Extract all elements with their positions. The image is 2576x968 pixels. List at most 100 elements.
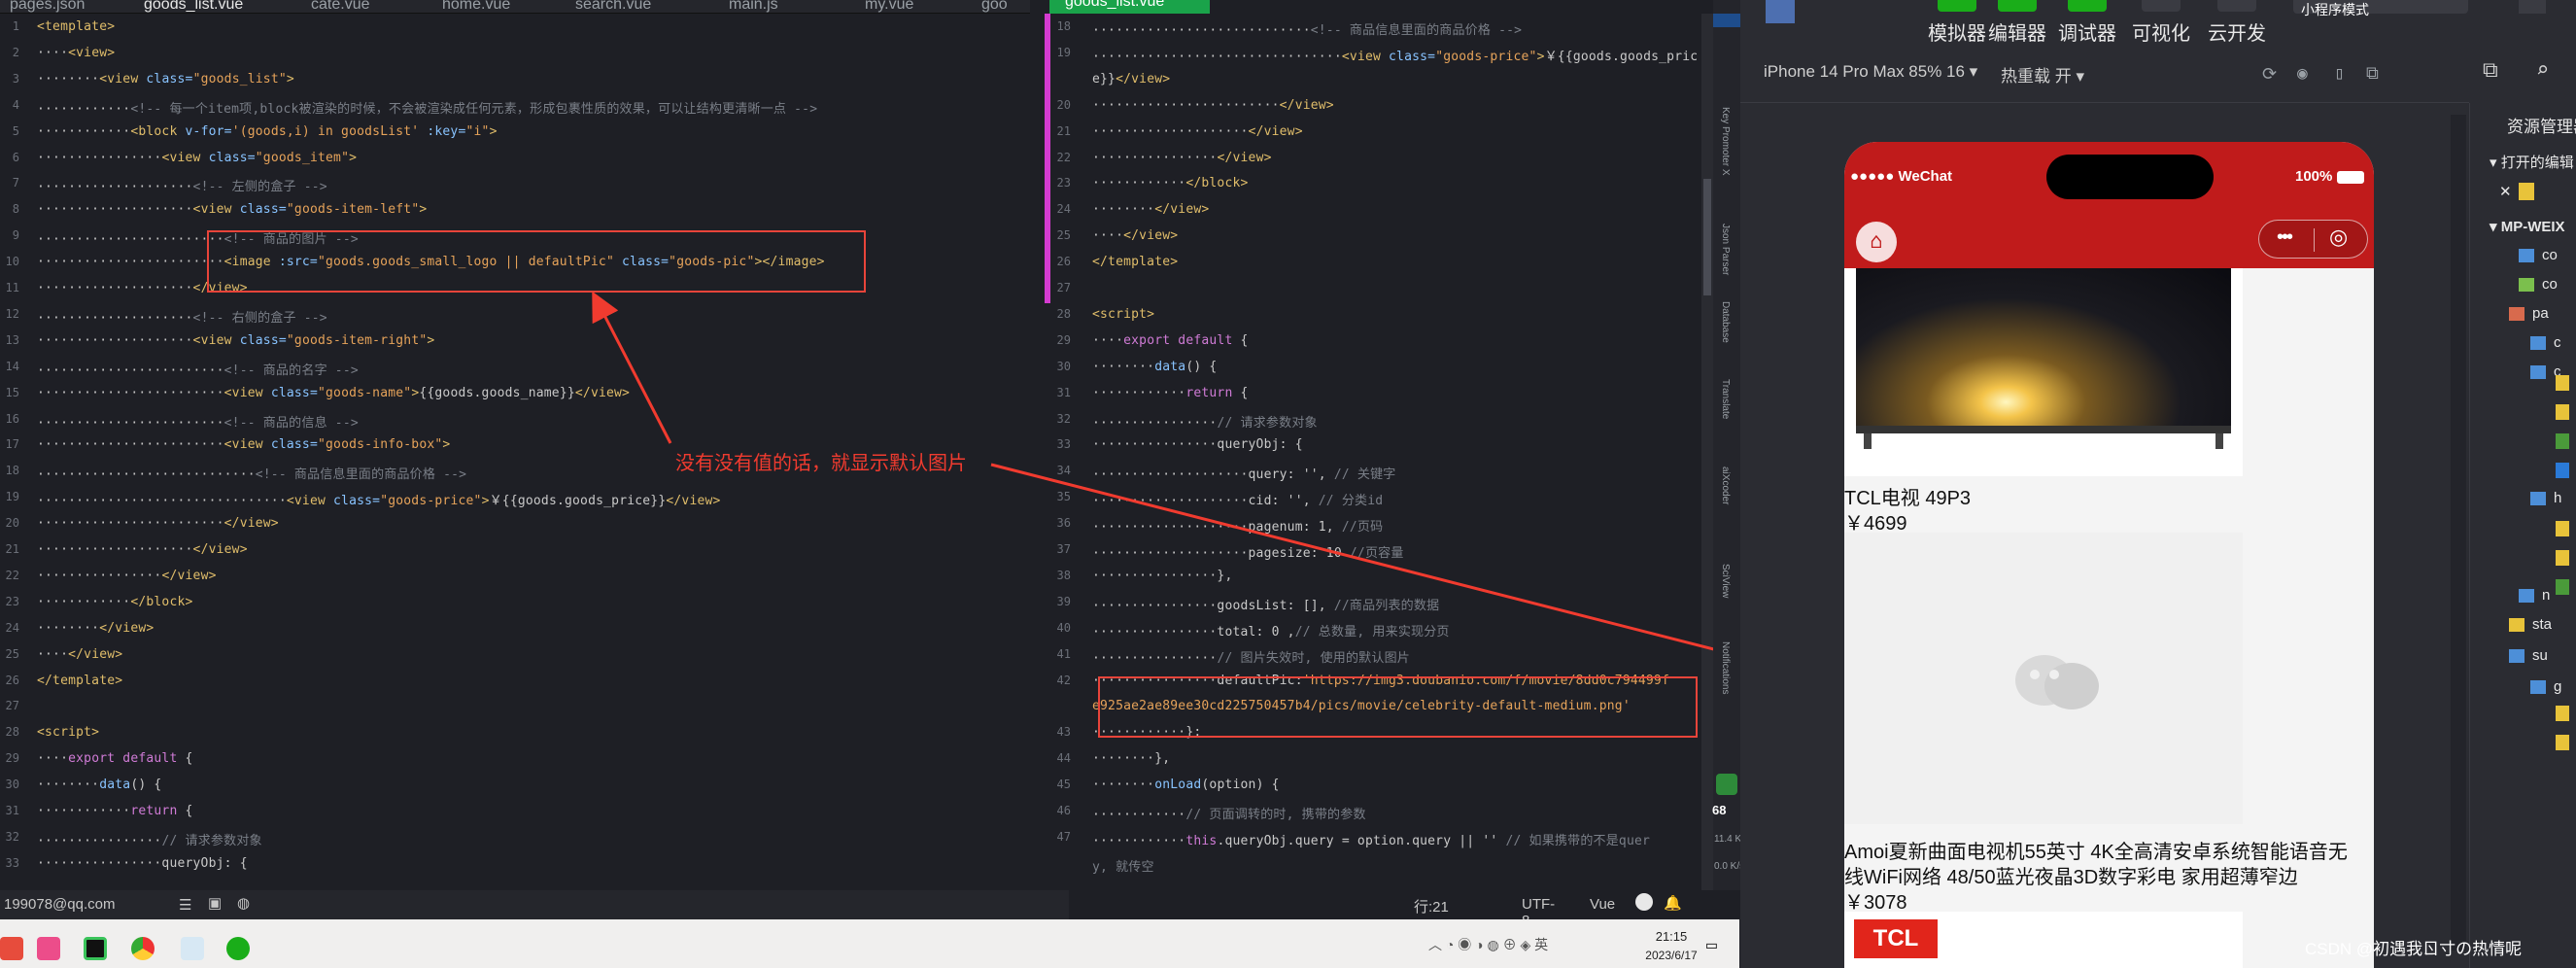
simulator-scrollbar[interactable] <box>2451 115 2466 951</box>
toolbar-button-icon[interactable] <box>1938 0 1976 12</box>
folder-icon <box>2509 307 2524 321</box>
more-icon[interactable]: ••• <box>2277 226 2293 249</box>
file-language[interactable]: Vue <box>1590 896 1615 913</box>
tree-item[interactable]: g <box>2554 678 2561 695</box>
project-root[interactable]: ▾ MP-WEIX <box>2490 218 2565 235</box>
tree-item[interactable]: h <box>2554 490 2561 506</box>
tree-item[interactable]: n <box>2542 587 2550 604</box>
window-icon[interactable]: ⧉ <box>2366 63 2379 84</box>
tray-icons[interactable]: ︿ ◔ ◉ ◑ ◍ ⊕ ◈ 英 <box>1428 935 1548 954</box>
notification-icon[interactable]: ▭ <box>1706 935 1717 955</box>
download-icon[interactable] <box>1635 893 1653 911</box>
tool-window-icon[interactable] <box>1713 14 1740 27</box>
tree-item[interactable]: sta <box>2532 616 2552 633</box>
folder-icon <box>2519 589 2534 603</box>
side-count: 68 <box>1712 803 1727 817</box>
explorer-title: 资源管理器 <box>2507 118 2576 136</box>
toolbar-button-label[interactable]: 云开发 <box>2208 17 2266 46</box>
phone-carrier: ●●●●● WeChat <box>1850 168 1953 185</box>
stop-icon[interactable]: ◉ <box>2297 63 2308 84</box>
tree-item[interactable]: co <box>2542 247 2558 263</box>
product-image-tcl[interactable] <box>1844 268 2243 476</box>
clock-date: 2023/6/17 <box>1645 949 1698 962</box>
product-price: ￥4699 <box>1844 513 1907 535</box>
file-explorer: 资源管理器 ▾ 打开的编辑 ✕ ▾ MP-WEIX cocopacchnstas… <box>2469 103 2576 968</box>
toolbar-square-icon[interactable] <box>2519 0 2546 14</box>
product-name[interactable]: TCL电视 49P3 <box>1844 482 1971 510</box>
watermark: CSDN @初遇我ㄖ寸の热情呢 <box>2305 940 2523 958</box>
toolbar-button-label[interactable]: 编辑器 <box>1988 17 2046 46</box>
file-icon[interactable] <box>2556 550 2569 566</box>
open-editors-header[interactable]: ▾ 打开的编辑 <box>2490 152 2574 172</box>
product-name-line2[interactable]: 线WiFi网络 48/50蓝光夜晶3D数字彩电 家用超薄窄边 <box>1844 861 2298 889</box>
folder-icon <box>2530 492 2546 505</box>
toolbar-button-icon[interactable] <box>2217 0 2256 12</box>
phone-battery: 100% <box>2295 168 2333 185</box>
toolbar-button-label[interactable]: 可视化 <box>2132 17 2190 46</box>
clock-time: 21:15 <box>1655 929 1688 944</box>
toolbar-button-icon[interactable] <box>2142 0 2181 12</box>
product-image-next[interactable]: TCL <box>1844 912 2243 968</box>
theater-mask-icon <box>2015 655 2099 709</box>
file-icon[interactable] <box>2556 706 2569 721</box>
tree-item[interactable]: c <box>2554 334 2561 351</box>
toolbar-button-label[interactable]: 模拟器 <box>1928 17 1986 46</box>
file-icon[interactable] <box>2556 463 2569 478</box>
file-icon[interactable] <box>2556 375 2569 391</box>
chrome-icon[interactable] <box>131 937 155 960</box>
home-icon[interactable]: ⌂ <box>1856 222 1897 262</box>
toolbar-button-label[interactable]: 调试器 <box>2058 17 2116 46</box>
toolbar-button-icon[interactable] <box>1998 0 2037 12</box>
simulator-toolbar: iPhone 14 Pro Max 85% 16 ▾ 热重载 开 ▾ ⟳ ◉ ▯… <box>1740 51 2469 103</box>
app-icon-ide[interactable] <box>84 937 107 960</box>
tree-item[interactable]: co <box>2542 276 2558 293</box>
toolbar-button-icon[interactable] <box>2068 0 2107 12</box>
folder-icon <box>2530 365 2546 379</box>
file-icon[interactable] <box>2556 404 2569 420</box>
tree-item[interactable]: su <box>2532 647 2548 664</box>
js-file-icon <box>2519 183 2534 200</box>
copy-icon[interactable]: ⧉ <box>2483 58 2498 83</box>
close-capsule-icon[interactable]: ◎ <box>2329 225 2348 250</box>
tool-window-button[interactable]: aiXcoder <box>1720 467 1731 504</box>
dynamic-island <box>2046 155 2214 199</box>
device-select[interactable]: iPhone 14 Pro Max 85% 16 ▾ <box>1764 62 1977 82</box>
file-icon[interactable] <box>2556 433 2569 449</box>
capsule-menu[interactable]: ••• ◎ <box>2258 220 2368 259</box>
terminal-icon[interactable]: ▣ <box>208 894 222 912</box>
refresh-icon[interactable]: ⟳ <box>2262 64 2277 85</box>
product-price: ￥3078 <box>1844 892 1907 914</box>
tool-window-button[interactable]: Json Parser <box>1720 224 1731 275</box>
search-icon[interactable]: ⌕ <box>2536 58 2549 83</box>
tcl-logo: TCL <box>1854 919 1938 958</box>
tool-window-button[interactable]: Key Promoter X <box>1720 107 1731 176</box>
app-icon-devtools[interactable] <box>181 937 204 960</box>
close-icon[interactable]: ✕ <box>2499 183 2512 200</box>
product-image-default[interactable] <box>1844 533 2243 824</box>
app-icon-wechat[interactable] <box>226 937 250 960</box>
app-icon-1[interactable] <box>0 937 23 960</box>
tree-item[interactable]: pa <box>2532 305 2549 322</box>
globe-icon[interactable]: ◍ <box>237 894 250 912</box>
phone-icon[interactable]: ▯ <box>2334 63 2345 84</box>
app-icon-lisa[interactable] <box>37 937 60 960</box>
tool-window-button[interactable]: Notifications <box>1720 641 1731 694</box>
folder-icon <box>2519 278 2534 292</box>
tool-window-button[interactable]: Translate <box>1720 379 1731 419</box>
tool-window-button[interactable]: Database <box>1720 301 1731 343</box>
hotreload-toggle[interactable]: 热重载 开 ▾ <box>2001 62 2084 86</box>
list-icon[interactable]: ☰ <box>179 896 191 914</box>
product-name-line1[interactable]: Amoi夏新曲面电视机55英寸 4K全高清安卓系统智能语音无 <box>1844 836 2348 864</box>
folder-icon <box>2509 649 2524 663</box>
battery-icon <box>2337 171 2364 184</box>
folder-icon <box>2530 680 2546 694</box>
tool-window-button[interactable]: SciView <box>1720 564 1731 598</box>
bell-icon[interactable]: 🔔 <box>1664 894 1682 912</box>
avatar[interactable] <box>1766 0 1795 23</box>
file-icon[interactable] <box>2556 521 2569 536</box>
file-icon[interactable] <box>2556 735 2569 750</box>
folder-icon <box>2530 336 2546 350</box>
mode-select[interactable]: 小程序模式 <box>2293 0 2468 17</box>
file-icon[interactable] <box>2556 579 2569 595</box>
shield-icon[interactable] <box>1716 774 1737 795</box>
